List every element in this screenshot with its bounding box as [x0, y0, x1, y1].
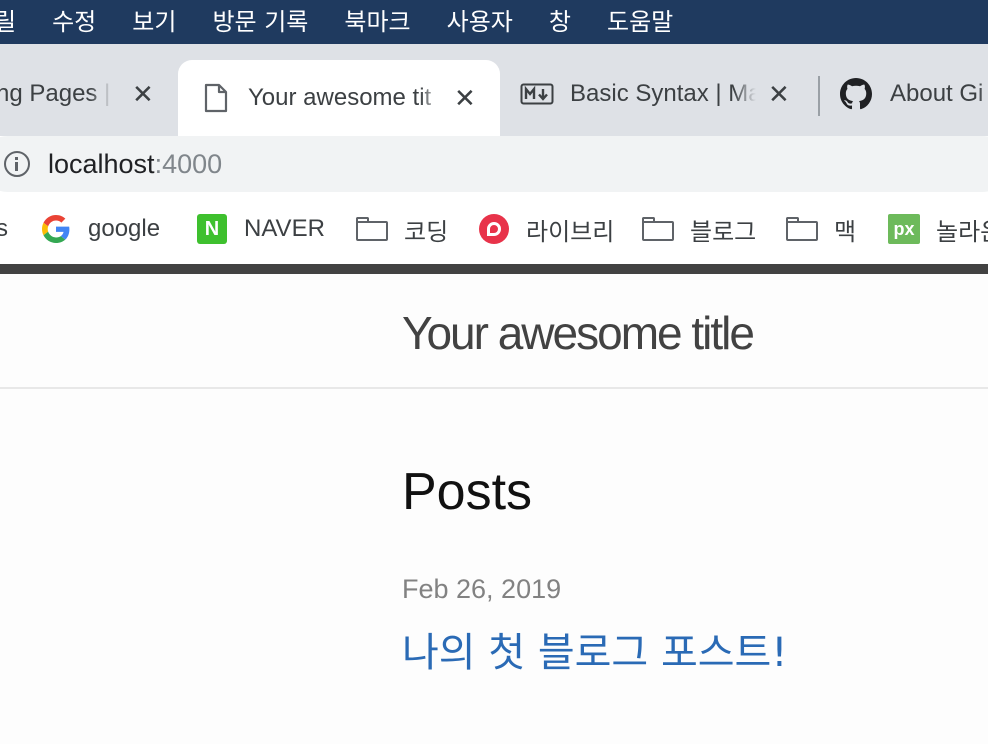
bookmark-label: 놀라운 — [936, 218, 988, 246]
file-icon — [204, 83, 228, 113]
bookmarks-bar: s google N NAVER 코딩 라이브리 블로그 맥 px 놀라운 — [0, 194, 988, 264]
folder-icon — [786, 213, 818, 245]
url-port: :4000 — [154, 148, 223, 179]
menu-item-file[interactable]: 릴 — [0, 0, 34, 44]
tab-title: Your awesome tit — [248, 84, 442, 112]
tab-github-pages[interactable]: ng Pages | ✕ — [0, 60, 172, 128]
post-title-link[interactable]: 나의 첫 블로그 포스트! — [402, 620, 787, 678]
bookmark-item[interactable]: s — [0, 212, 8, 246]
tab-your-awesome-title[interactable]: Your awesome tit ✕ — [178, 60, 500, 136]
menu-item-bookmarks[interactable]: 북마크 — [326, 0, 428, 44]
bookmark-google[interactable]: google — [40, 212, 160, 246]
bookmark-folder-coding[interactable]: 코딩 — [356, 212, 448, 246]
menu-item-edit[interactable]: 수정 — [34, 0, 114, 44]
px-icon: px — [888, 213, 920, 245]
tab-about-github[interactable]: About Gi — [840, 60, 988, 128]
github-icon — [840, 78, 872, 110]
bookmark-label: 라이브리 — [526, 218, 615, 246]
site-header: Your awesome title — [0, 274, 988, 389]
bookmark-label: google — [88, 215, 161, 242]
close-icon[interactable]: ✕ — [454, 83, 476, 114]
google-icon — [40, 213, 72, 245]
bookmark-folder-mac[interactable]: 맥 — [786, 212, 856, 246]
menu-item-people[interactable]: 사용자 — [429, 0, 531, 44]
tab-title: ng Pages | — [0, 80, 112, 108]
menu-item-window[interactable]: 창 — [531, 0, 589, 44]
close-icon[interactable]: ✕ — [768, 79, 790, 110]
page-top-border — [0, 264, 988, 274]
bookmark-label: 코딩 — [404, 218, 449, 246]
menu-item-help[interactable]: 도움말 — [589, 0, 691, 44]
address-bar[interactable]: localhost:4000 — [0, 136, 988, 192]
bookmark-folder-blog[interactable]: 블로그 — [642, 212, 756, 246]
bookmark-label: 블로그 — [690, 218, 757, 246]
tab-title: Basic Syntax | Ma — [570, 80, 756, 108]
url-host: localhost — [48, 148, 155, 179]
ridi-icon — [478, 213, 510, 245]
site-title-link[interactable]: Your awesome title — [402, 306, 755, 360]
post-date: Feb 26, 2019 — [402, 574, 562, 604]
folder-icon — [642, 213, 674, 245]
menu-item-view[interactable]: 보기 — [114, 0, 194, 44]
menu-bar: 릴 수정 보기 방문 기록 북마크 사용자 창 도움말 — [0, 0, 988, 44]
tab-basic-syntax[interactable]: Basic Syntax | Ma ✕ — [520, 60, 810, 128]
page-heading: Posts — [402, 463, 533, 521]
bookmark-label: NAVER — [244, 215, 325, 242]
bookmark-naver[interactable]: N NAVER — [196, 212, 325, 246]
info-icon[interactable] — [4, 151, 30, 177]
tab-title: About Gi — [890, 80, 988, 108]
bookmark-pixabay[interactable]: px 놀라운 — [888, 212, 988, 246]
close-icon[interactable]: ✕ — [132, 79, 154, 110]
tab-separator — [818, 76, 820, 116]
markdown-icon — [520, 83, 554, 105]
browser-toolbar: localhost:4000 — [0, 136, 988, 194]
tab-strip: ng Pages | ✕ Your awesome tit ✕ Basic Sy… — [0, 44, 988, 136]
menu-item-history[interactable]: 방문 기록 — [194, 0, 326, 44]
bookmark-livere[interactable]: 라이브리 — [478, 212, 614, 246]
folder-icon — [356, 213, 388, 245]
bookmark-label: s — [0, 215, 8, 242]
bookmark-label: 맥 — [834, 218, 857, 246]
naver-icon: N — [196, 213, 228, 245]
